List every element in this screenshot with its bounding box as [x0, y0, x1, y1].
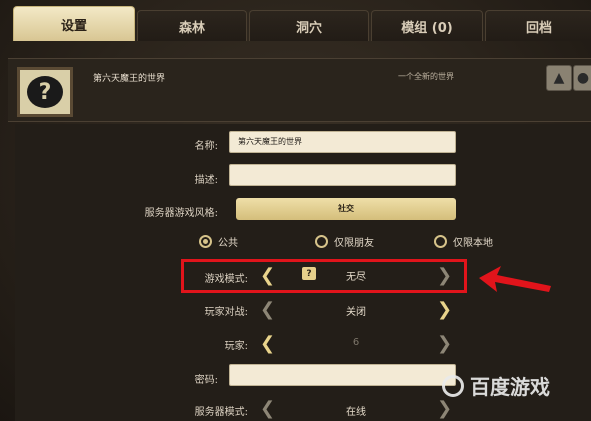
- character-icon[interactable]: ▲: [546, 65, 572, 91]
- players-prev-arrow[interactable]: ❮: [260, 332, 275, 354]
- tab-mods-label: 模组 (0): [401, 20, 453, 36]
- globe-icon[interactable]: ●: [573, 65, 591, 91]
- tab-settings-label: 设置: [60, 18, 87, 34]
- game-settings-screen: 设置 森林 洞穴 模组 (0) 回档 ? 第六天魔王的世界 一个全新的世界 ▲ …: [0, 0, 591, 421]
- annotation-highlight-box: [181, 259, 467, 293]
- server-mode-value: 在线: [346, 407, 366, 418]
- password-field[interactable]: [229, 364, 456, 386]
- world-name: 第六天魔王的世界: [93, 74, 166, 84]
- server-mode-label: 服务器模式:: [194, 407, 248, 418]
- tab-bar: 设置 森林 洞穴 模组 (0) 回档: [0, 0, 591, 41]
- tab-rollback[interactable]: 回档: [485, 10, 591, 41]
- password-label: 密码:: [194, 375, 218, 386]
- server-style-dropdown[interactable]: 社交: [236, 198, 456, 220]
- question-mark-icon: ?: [27, 76, 63, 108]
- radio-local-dot: [434, 235, 447, 248]
- radio-friends[interactable]: 仅限朋友: [315, 234, 374, 249]
- tab-forest-label: 森林: [178, 20, 205, 36]
- players-label: 玩家:: [224, 341, 248, 352]
- tab-mods[interactable]: 模组 (0): [371, 10, 483, 41]
- description-label: 描述:: [194, 175, 218, 186]
- annotation-arrow-icon: [479, 266, 551, 292]
- watermark-logo-icon: [442, 374, 464, 397]
- tab-caves-label: 洞穴: [295, 20, 322, 36]
- name-label: 名称:: [194, 141, 218, 152]
- pvp-next-arrow[interactable]: ❯: [437, 298, 452, 320]
- pvp-value: 关闭: [346, 307, 366, 318]
- players-value: 6: [352, 337, 360, 348]
- radio-local[interactable]: 仅限本地: [434, 234, 493, 249]
- name-field[interactable]: 第六天魔王的世界: [229, 131, 456, 153]
- world-subtitle: 一个全新的世界: [398, 72, 454, 81]
- radio-friends-dot: [315, 235, 328, 248]
- tab-rollback-label: 回档: [525, 20, 552, 36]
- radio-friends-label: 仅限朋友: [334, 238, 374, 249]
- server-mode-prev-arrow[interactable]: ❮: [260, 397, 275, 419]
- server-style-label: 服务器游戏风格:: [144, 208, 218, 219]
- world-avatar[interactable]: ?: [17, 67, 73, 117]
- radio-public-dot: [199, 235, 212, 248]
- radio-local-label: 仅限本地: [453, 238, 493, 249]
- description-field[interactable]: [229, 164, 456, 186]
- tab-forest[interactable]: 森林: [137, 10, 247, 41]
- watermark: 百度游戏: [442, 371, 550, 400]
- world-header: ? 第六天魔王的世界 一个全新的世界 ▲ ●: [8, 58, 591, 122]
- tab-settings[interactable]: 设置: [13, 6, 135, 41]
- pvp-label: 玩家对战:: [204, 307, 248, 318]
- tab-caves[interactable]: 洞穴: [249, 10, 369, 41]
- radio-public-label: 公共: [218, 238, 238, 249]
- pvp-prev-arrow[interactable]: ❮: [260, 298, 275, 320]
- players-next-arrow[interactable]: ❯: [437, 332, 452, 354]
- watermark-text: 百度游戏: [470, 375, 550, 399]
- server-mode-next-arrow[interactable]: ❯: [437, 397, 452, 419]
- radio-public[interactable]: 公共: [199, 234, 238, 249]
